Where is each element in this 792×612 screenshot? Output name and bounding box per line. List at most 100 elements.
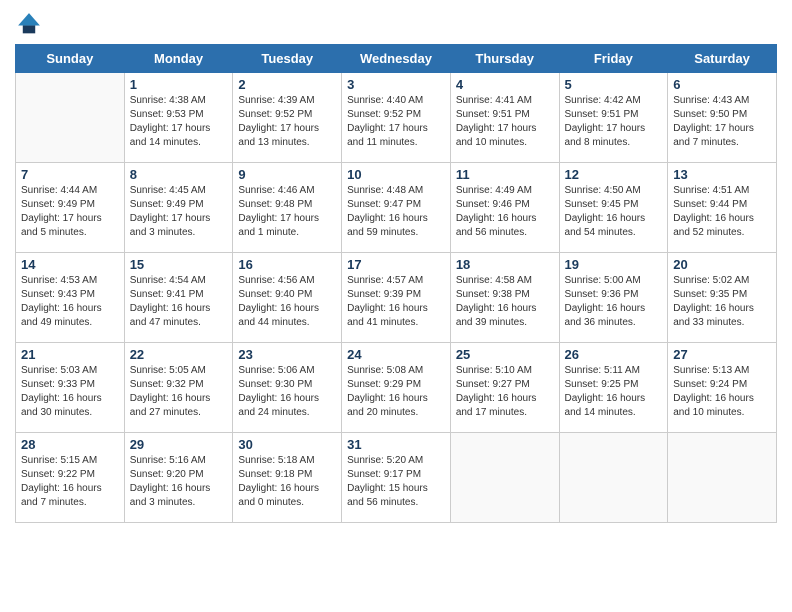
day-number: 5 [565, 77, 663, 92]
day-info: Sunrise: 4:39 AM Sunset: 9:52 PM Dayligh… [238, 94, 336, 150]
day-info: Sunrise: 5:20 AM Sunset: 9:17 PM Dayligh… [347, 454, 445, 510]
day-number: 31 [347, 437, 445, 452]
weekday-header-sunday: Sunday [16, 45, 125, 73]
calendar-cell: 26 Sunrise: 5:11 AM Sunset: 9:25 PM Dayli… [559, 343, 668, 433]
day-info: Sunrise: 5:08 AM Sunset: 9:29 PM Dayligh… [347, 364, 445, 420]
day-number: 1 [130, 77, 228, 92]
day-number: 30 [238, 437, 336, 452]
day-number: 20 [673, 257, 771, 272]
weekday-header-thursday: Thursday [450, 45, 559, 73]
day-number: 29 [130, 437, 228, 452]
week-row-5: 28 Sunrise: 5:15 AM Sunset: 9:22 PM Dayli… [16, 433, 777, 523]
day-info: Sunrise: 5:03 AM Sunset: 9:33 PM Dayligh… [21, 364, 119, 420]
calendar-cell: 22Sunrise: 5:05 AM Sunset: 9:32 PM Dayli… [124, 343, 233, 433]
page-header [15, 10, 777, 38]
week-row-4: 21 Sunrise: 5:03 AM Sunset: 9:33 PM Dayli… [16, 343, 777, 433]
day-info: Sunrise: 4:40 AM Sunset: 9:52 PM Dayligh… [347, 94, 445, 150]
calendar-cell: 31 Sunrise: 5:20 AM Sunset: 9:17 PM Dayli… [342, 433, 451, 523]
day-number: 27 [673, 347, 771, 362]
weekday-header-wednesday: Wednesday [342, 45, 451, 73]
calendar-cell: 30 Sunrise: 5:18 AM Sunset: 9:18 PM Dayli… [233, 433, 342, 523]
day-number: 4 [456, 77, 554, 92]
day-number: 3 [347, 77, 445, 92]
calendar-cell: 2 Sunrise: 4:39 AM Sunset: 9:52 PM Daylig… [233, 73, 342, 163]
day-info: Sunrise: 4:57 AM Sunset: 9:39 PM Dayligh… [347, 274, 445, 330]
calendar-cell: 18 Sunrise: 4:58 AM Sunset: 9:38 PM Dayli… [450, 253, 559, 343]
day-info: Sunrise: 5:11 AM Sunset: 9:25 PM Dayligh… [565, 364, 663, 420]
day-info: Sunrise: 4:58 AM Sunset: 9:38 PM Dayligh… [456, 274, 554, 330]
week-row-3: 14 Sunrise: 4:53 AM Sunset: 9:43 PM Dayli… [16, 253, 777, 343]
calendar-cell: 21 Sunrise: 5:03 AM Sunset: 9:33 PM Dayli… [16, 343, 125, 433]
day-number: 22 [130, 347, 228, 362]
day-info: Sunrise: 4:42 AM Sunset: 9:51 PM Dayligh… [565, 94, 663, 150]
day-number: 10 [347, 167, 445, 182]
day-info: Sunrise: 4:56 AM Sunset: 9:40 PM Dayligh… [238, 274, 336, 330]
calendar-cell: 13Sunrise: 4:51 AM Sunset: 9:44 PM Dayli… [668, 163, 777, 253]
calendar-cell: 1 Sunrise: 4:38 AM Sunset: 9:53 PM Daylig… [124, 73, 233, 163]
calendar-cell: 17Sunrise: 4:57 AM Sunset: 9:39 PM Dayli… [342, 253, 451, 343]
weekday-header-saturday: Saturday [668, 45, 777, 73]
day-number: 23 [238, 347, 336, 362]
calendar-cell: 9Sunrise: 4:46 AM Sunset: 9:48 PM Daylig… [233, 163, 342, 253]
calendar-table: SundayMondayTuesdayWednesdayThursdayFrid… [15, 44, 777, 523]
day-number: 7 [21, 167, 119, 182]
weekday-header-tuesday: Tuesday [233, 45, 342, 73]
day-number: 6 [673, 77, 771, 92]
calendar-cell: 28 Sunrise: 5:15 AM Sunset: 9:22 PM Dayli… [16, 433, 125, 523]
day-number: 21 [21, 347, 119, 362]
day-number: 24 [347, 347, 445, 362]
calendar-cell: 14 Sunrise: 4:53 AM Sunset: 9:43 PM Dayli… [16, 253, 125, 343]
day-info: Sunrise: 5:00 AM Sunset: 9:36 PM Dayligh… [565, 274, 663, 330]
day-info: Sunrise: 5:16 AM Sunset: 9:20 PM Dayligh… [130, 454, 228, 510]
day-number: 8 [130, 167, 228, 182]
calendar-cell: 6Sunrise: 4:43 AM Sunset: 9:50 PM Daylig… [668, 73, 777, 163]
day-number: 25 [456, 347, 554, 362]
calendar-cell: 25 Sunrise: 5:10 AM Sunset: 9:27 PM Dayli… [450, 343, 559, 433]
calendar-cell: 4Sunrise: 4:41 AM Sunset: 9:51 PM Daylig… [450, 73, 559, 163]
day-info: Sunrise: 5:15 AM Sunset: 9:22 PM Dayligh… [21, 454, 119, 510]
week-row-2: 7 Sunrise: 4:44 AM Sunset: 9:49 PM Daylig… [16, 163, 777, 253]
day-number: 2 [238, 77, 336, 92]
weekday-header-friday: Friday [559, 45, 668, 73]
day-number: 19 [565, 257, 663, 272]
calendar-cell: 12Sunrise: 4:50 AM Sunset: 9:45 PM Dayli… [559, 163, 668, 253]
calendar-cell: 15 Sunrise: 4:54 AM Sunset: 9:41 PM Dayli… [124, 253, 233, 343]
logo [15, 10, 47, 38]
day-info: Sunrise: 5:06 AM Sunset: 9:30 PM Dayligh… [238, 364, 336, 420]
calendar-cell: 10 Sunrise: 4:48 AM Sunset: 9:47 PM Dayli… [342, 163, 451, 253]
calendar-cell: 24 Sunrise: 5:08 AM Sunset: 9:29 PM Dayli… [342, 343, 451, 433]
day-info: Sunrise: 5:02 AM Sunset: 9:35 PM Dayligh… [673, 274, 771, 330]
calendar-cell: 5 Sunrise: 4:42 AM Sunset: 9:51 PM Daylig… [559, 73, 668, 163]
logo-icon [15, 10, 43, 38]
day-number: 16 [238, 257, 336, 272]
calendar-cell: 29 Sunrise: 5:16 AM Sunset: 9:20 PM Dayli… [124, 433, 233, 523]
day-info: Sunrise: 4:54 AM Sunset: 9:41 PM Dayligh… [130, 274, 228, 330]
day-info: Sunrise: 4:44 AM Sunset: 9:49 PM Dayligh… [21, 184, 119, 240]
calendar-cell: 7 Sunrise: 4:44 AM Sunset: 9:49 PM Daylig… [16, 163, 125, 253]
day-number: 14 [21, 257, 119, 272]
calendar-cell: 8 Sunrise: 4:45 AM Sunset: 9:49 PM Daylig… [124, 163, 233, 253]
day-info: Sunrise: 4:50 AM Sunset: 9:45 PM Dayligh… [565, 184, 663, 240]
day-number: 15 [130, 257, 228, 272]
day-info: Sunrise: 5:18 AM Sunset: 9:18 PM Dayligh… [238, 454, 336, 510]
calendar-cell [559, 433, 668, 523]
weekday-header-row: SundayMondayTuesdayWednesdayThursdayFrid… [16, 45, 777, 73]
day-info: Sunrise: 4:49 AM Sunset: 9:46 PM Dayligh… [456, 184, 554, 240]
calendar-cell: 20 Sunrise: 5:02 AM Sunset: 9:35 PM Dayli… [668, 253, 777, 343]
calendar-cell: 16 Sunrise: 4:56 AM Sunset: 9:40 PM Dayli… [233, 253, 342, 343]
day-number: 18 [456, 257, 554, 272]
day-number: 28 [21, 437, 119, 452]
weekday-header-monday: Monday [124, 45, 233, 73]
calendar-cell: 3 Sunrise: 4:40 AM Sunset: 9:52 PM Daylig… [342, 73, 451, 163]
day-info: Sunrise: 4:53 AM Sunset: 9:43 PM Dayligh… [21, 274, 119, 330]
day-info: Sunrise: 4:48 AM Sunset: 9:47 PM Dayligh… [347, 184, 445, 240]
week-row-1: 1 Sunrise: 4:38 AM Sunset: 9:53 PM Daylig… [16, 73, 777, 163]
day-info: Sunrise: 4:45 AM Sunset: 9:49 PM Dayligh… [130, 184, 228, 240]
day-info: Sunrise: 4:46 AM Sunset: 9:48 PM Dayligh… [238, 184, 336, 240]
calendar-cell: 27Sunrise: 5:13 AM Sunset: 9:24 PM Dayli… [668, 343, 777, 433]
day-number: 26 [565, 347, 663, 362]
day-info: Sunrise: 5:10 AM Sunset: 9:27 PM Dayligh… [456, 364, 554, 420]
day-number: 13 [673, 167, 771, 182]
day-info: Sunrise: 4:38 AM Sunset: 9:53 PM Dayligh… [130, 94, 228, 150]
calendar-cell [450, 433, 559, 523]
